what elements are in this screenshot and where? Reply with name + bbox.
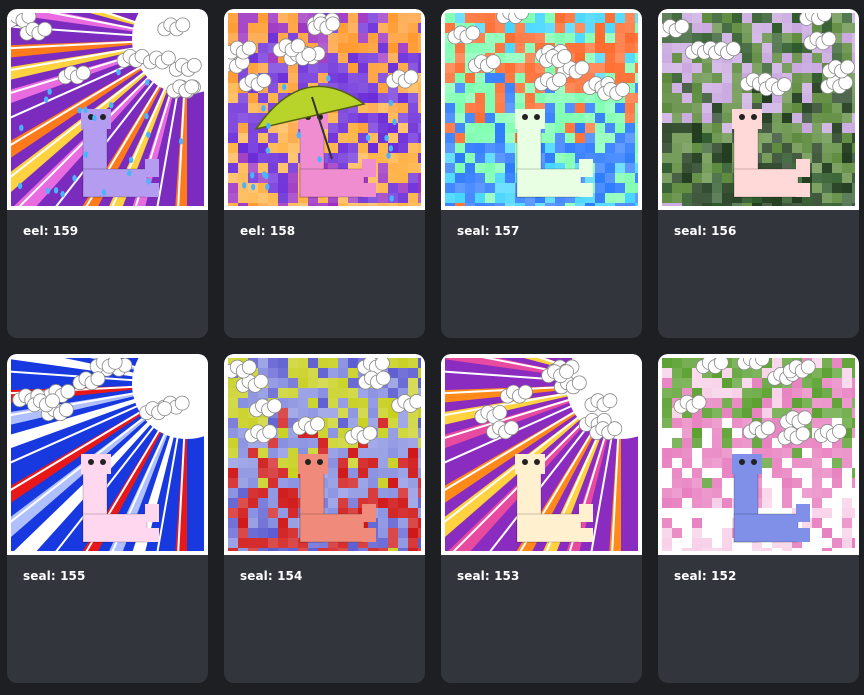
- artwork-thumbnail[interactable]: [441, 9, 642, 210]
- artwork-image: [658, 354, 859, 555]
- card-label: seal: 154: [240, 569, 303, 583]
- artwork-thumbnail[interactable]: [224, 9, 425, 210]
- card-label: eel: 159: [23, 224, 79, 238]
- artwork-image: [224, 9, 425, 210]
- artwork-thumbnail[interactable]: [441, 354, 642, 555]
- artwork-thumbnail[interactable]: [7, 9, 208, 210]
- artwork-thumbnail[interactable]: [224, 354, 425, 555]
- artwork-thumbnail[interactable]: [7, 354, 208, 555]
- artwork-image: [441, 354, 642, 555]
- artwork-image: [224, 354, 425, 555]
- artwork-thumbnail[interactable]: [658, 9, 859, 210]
- card-label: eel: 158: [240, 224, 296, 238]
- card-label: seal: 153: [457, 569, 520, 583]
- gallery-card[interactable]: seal: 152: [658, 354, 859, 683]
- gallery-card[interactable]: seal: 156: [658, 9, 859, 338]
- gallery-card[interactable]: seal: 153: [441, 354, 642, 683]
- card-label: seal: 157: [457, 224, 520, 238]
- card-label: seal: 156: [674, 224, 737, 238]
- gallery-card[interactable]: eel: 158: [224, 9, 425, 338]
- artwork-image: [7, 9, 208, 210]
- artwork-thumbnail[interactable]: [658, 354, 859, 555]
- artwork-image: [7, 354, 208, 555]
- card-label: seal: 152: [674, 569, 737, 583]
- card-label: seal: 155: [23, 569, 86, 583]
- nft-gallery-grid: eel: 159 eel: 158 seal: 157 seal: 156 se…: [7, 9, 859, 683]
- gallery-card[interactable]: eel: 159: [7, 9, 208, 338]
- gallery-card[interactable]: seal: 157: [441, 9, 642, 338]
- gallery-card[interactable]: seal: 154: [224, 354, 425, 683]
- gallery-card[interactable]: seal: 155: [7, 354, 208, 683]
- artwork-image: [658, 9, 859, 210]
- artwork-image: [441, 9, 642, 210]
